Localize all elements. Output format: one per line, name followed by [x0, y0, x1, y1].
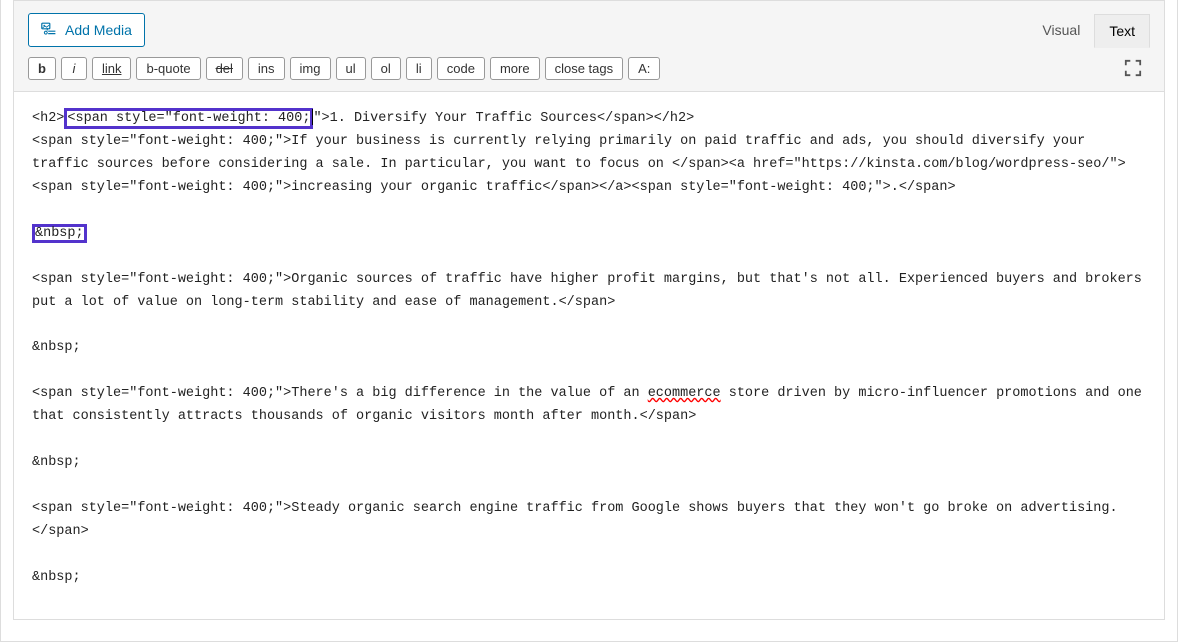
mode-tabs: Visual Text	[1028, 13, 1150, 47]
editor-container: Add Media Visual Text b i link b-quote d…	[0, 0, 1178, 642]
add-media-icon	[41, 20, 57, 40]
toolbar-italic[interactable]: i	[61, 57, 87, 80]
tab-visual[interactable]: Visual	[1028, 13, 1094, 47]
topbar: Add Media Visual Text	[14, 1, 1164, 51]
text: <span style="font-weight: 400;">There's …	[32, 386, 648, 401]
text: <span style="font-weight: 400;">If your …	[32, 134, 1126, 195]
text: &nbsp;	[32, 455, 81, 470]
toolbar-del[interactable]: del	[206, 57, 243, 80]
toolbar-link[interactable]: link	[92, 57, 132, 80]
toolbar-img[interactable]: img	[290, 57, 331, 80]
text: <span style="font-weight: 400;">Organic …	[32, 272, 1150, 310]
text: &nbsp;	[35, 226, 84, 241]
text: <h2>	[32, 111, 64, 126]
toolbar-close-tags[interactable]: close tags	[545, 57, 624, 80]
toolbar-li[interactable]: li	[406, 57, 432, 80]
add-media-label: Add Media	[65, 22, 132, 38]
toolbar-bquote[interactable]: b-quote	[136, 57, 200, 80]
text: &nbsp;	[32, 570, 81, 585]
toolbar-bold[interactable]: b	[28, 57, 56, 80]
text: <span style="font-weight: 400;">Steady o…	[32, 501, 1118, 539]
editor-panel: Add Media Visual Text b i link b-quote d…	[13, 0, 1165, 620]
highlight-span-style: <span style="font-weight: 400;	[64, 108, 313, 129]
toolbar: b i link b-quote del ins img ul ol li co…	[14, 51, 1164, 91]
toolbar-more[interactable]: more	[490, 57, 540, 80]
tab-text[interactable]: Text	[1094, 14, 1150, 48]
toolbar-a[interactable]: A:	[628, 57, 660, 80]
text: ">1. Diversify Your Traffic Sources</spa…	[313, 111, 694, 126]
spell-error: ecommerce	[648, 386, 721, 401]
toolbar-ins[interactable]: ins	[248, 57, 285, 80]
highlight-nbsp: &nbsp;	[32, 224, 87, 244]
toolbar-ul[interactable]: ul	[336, 57, 366, 80]
editor-textarea[interactable]: <h2><span style="font-weight: 400;">1. D…	[14, 91, 1164, 619]
toolbar-code[interactable]: code	[437, 57, 485, 80]
text: <span style="font-weight: 400;	[67, 111, 310, 126]
toolbar-ol[interactable]: ol	[371, 57, 401, 80]
fullscreen-icon[interactable]	[1116, 55, 1150, 81]
text: &nbsp;	[32, 340, 81, 355]
add-media-button[interactable]: Add Media	[28, 13, 145, 47]
